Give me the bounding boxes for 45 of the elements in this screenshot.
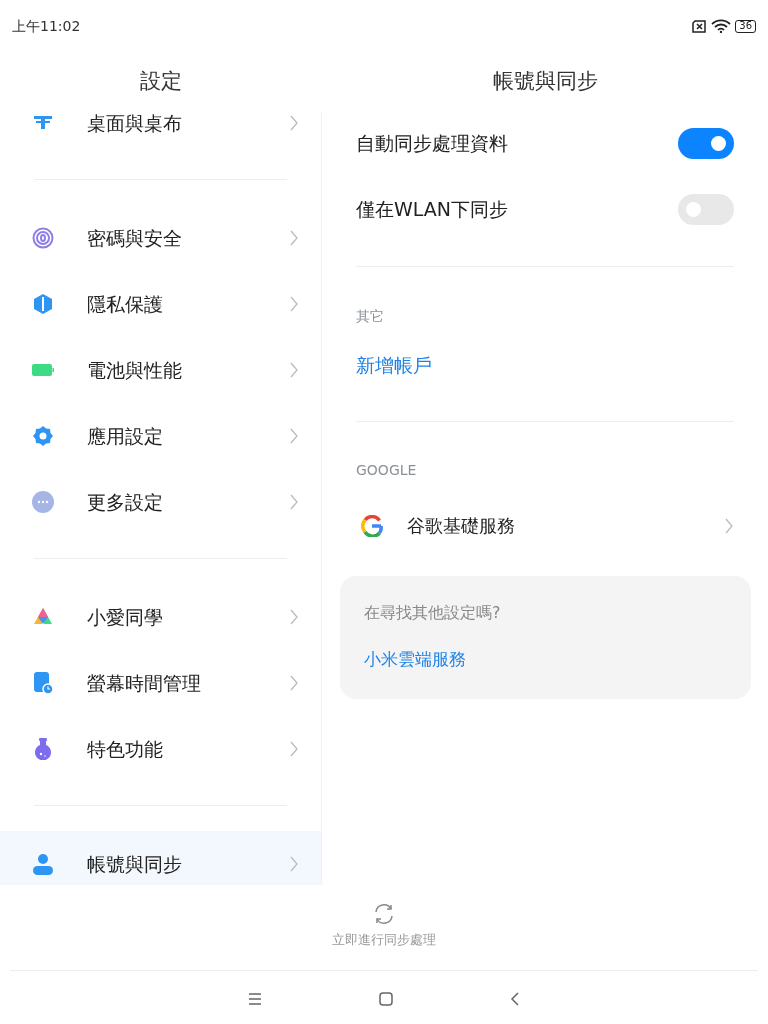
chevron-icon: [289, 856, 299, 872]
chevron-icon: [724, 517, 734, 534]
settings-item[interactable]: 桌面與桌布: [0, 112, 321, 156]
settings-item[interactable]: 密碼與安全: [0, 205, 321, 271]
help-question: 在尋找其他設定嗎?: [364, 602, 501, 622]
settings-item[interactable]: 特色功能: [0, 716, 321, 782]
settings-item[interactable]: 應用設定: [0, 403, 321, 469]
settings-item[interactable]: 螢幕時間管理: [0, 650, 321, 716]
chevron-icon: [289, 675, 299, 691]
chevron-icon: [289, 296, 299, 312]
chevron-icon: [289, 230, 299, 246]
chevron-icon: [289, 609, 299, 625]
chevron-icon: [289, 494, 299, 510]
section-header: GOOGLE: [356, 461, 417, 478]
sync-icon: [372, 902, 396, 926]
settings-item[interactable]: 谷歌基礎服務: [356, 497, 734, 554]
settings-item[interactable]: 更多設定: [0, 469, 321, 535]
person-icon: [32, 853, 54, 875]
chevron-icon: [289, 428, 299, 444]
setting-label: 自動同步處理資料: [356, 130, 508, 156]
cloud-service-link[interactable]: 小米雲端服務: [364, 646, 466, 672]
chevron-icon: [289, 115, 299, 131]
settings-title: 設定: [140, 68, 182, 96]
settings-item[interactable]: 帳號與同步: [0, 831, 321, 885]
setting-label: 僅在WLAN下同步: [356, 196, 509, 222]
tablet-clock-icon: [32, 672, 54, 694]
settings-item[interactable]: 電池與性能: [0, 337, 321, 403]
fingerprint-icon: [32, 227, 54, 249]
toggle-switch[interactable]: [678, 127, 734, 159]
chevron-icon: [289, 362, 299, 378]
flask-icon: [32, 738, 54, 760]
g-logo-icon: [361, 514, 383, 537]
section-header: 其它: [356, 308, 384, 324]
settings-item[interactable]: 小愛同學: [0, 584, 321, 650]
shield-icon: [32, 293, 54, 315]
add-account-link[interactable]: 新增帳戶: [356, 351, 432, 380]
battery-indicator: 36: [735, 19, 756, 33]
chevron-icon: [289, 741, 299, 757]
wifi-icon: [711, 19, 732, 33]
gear-icon: [32, 425, 54, 447]
settings-item[interactable]: 隱私保護: [0, 271, 321, 337]
no-sim-icon: [691, 19, 708, 33]
status-time: 上午11:02: [12, 16, 81, 36]
more-icon: [32, 491, 54, 513]
page-title: 帳號與同步: [492, 68, 598, 96]
